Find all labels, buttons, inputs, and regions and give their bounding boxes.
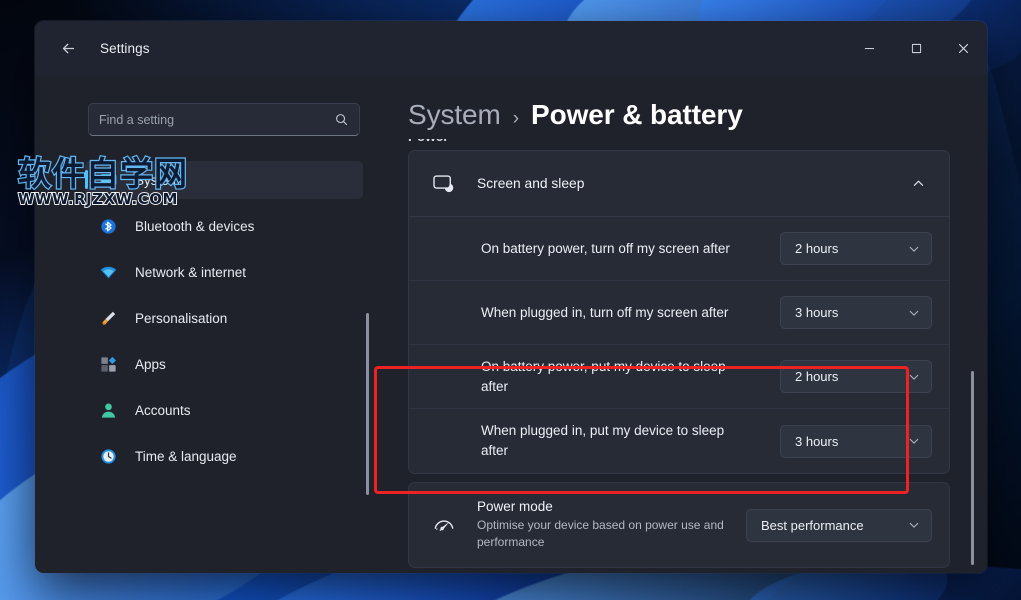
settings-window: Settings Find a setting System Bluetooth…	[35, 21, 987, 573]
sidebar-item-label: Accounts	[135, 402, 191, 418]
settings-scroll-area: Power Screen and sleep	[380, 139, 987, 573]
dropdown-plugged-sleep[interactable]: 3 hours	[780, 424, 932, 458]
setting-row-control: 2 hours	[780, 232, 932, 265]
page-title: Power & battery	[531, 99, 743, 130]
setting-row-control: 3 hours	[780, 296, 932, 329]
back-button[interactable]	[51, 31, 85, 65]
window-body: System Bluetooth & devices	[35, 75, 987, 573]
setting-row-control: 2 hours	[780, 360, 932, 393]
dropdown-value: 2 hours	[795, 369, 839, 384]
sidebar: System Bluetooth & devices	[35, 75, 380, 573]
bluetooth-icon	[97, 215, 119, 237]
minimize-button[interactable]	[846, 21, 893, 75]
main-scrollbar-thumb[interactable]	[971, 371, 974, 565]
setting-row-control: 3 hours	[780, 424, 932, 458]
maximize-icon	[911, 43, 922, 53]
setting-row-label: When plugged in, turn off my screen afte…	[481, 304, 729, 320]
search-box[interactable]	[88, 103, 360, 136]
chevron-down-icon	[908, 371, 920, 383]
power-mode-text: Power mode Optimise your device based on…	[477, 499, 746, 551]
chevron-down-icon	[908, 519, 920, 531]
dropdown-value: 3 hours	[795, 305, 839, 320]
sidebar-item-network-internet[interactable]: Network & internet	[85, 253, 363, 291]
search-input[interactable]	[99, 112, 334, 127]
screen-and-sleep-title: Screen and sleep	[477, 176, 585, 191]
arrow-left-icon	[62, 43, 74, 53]
monitor-icon	[97, 169, 119, 191]
sidebar-item-system[interactable]: System	[85, 161, 363, 199]
wifi-icon	[97, 261, 119, 283]
section-label-power: Power	[408, 139, 950, 142]
sidebar-item-label: Personalisation	[135, 310, 228, 326]
sidebar-item-label: Bluetooth & devices	[135, 218, 255, 234]
maximize-button[interactable]	[893, 21, 940, 75]
setting-row-label: On battery power, turn off my screen aft…	[481, 240, 730, 256]
close-button[interactable]	[940, 21, 987, 75]
dropdown-value: 2 hours	[795, 241, 839, 256]
setting-row-battery-screen-off: On battery power, turn off my screen aft…	[409, 217, 949, 281]
chevron-down-icon	[908, 435, 920, 447]
chevron-down-icon	[908, 243, 920, 255]
sidebar-scrollbar-thumb[interactable]	[366, 313, 369, 495]
apps-icon	[97, 353, 119, 375]
sidebar-item-bluetooth-devices[interactable]: Bluetooth & devices	[85, 207, 363, 245]
sidebar-item-label: Apps	[135, 356, 166, 372]
breadcrumb-parent[interactable]: System	[408, 99, 501, 131]
power-mode-description: Optimise your device based on power use …	[477, 518, 724, 549]
sidebar-item-label: System	[135, 172, 181, 188]
sidebar-item-time-language[interactable]: Time & language	[85, 437, 363, 475]
breadcrumb-separator-icon: ›	[512, 108, 519, 129]
main-scrollbar[interactable]	[969, 145, 976, 565]
page-header: System › Power & battery	[380, 75, 987, 139]
dropdown-value: Best performance	[761, 517, 864, 533]
power-mode-control: Best performance	[746, 508, 932, 542]
gauge-icon	[431, 512, 457, 538]
screen-sleep-icon	[431, 171, 457, 197]
window-title: Settings	[100, 40, 150, 56]
chevron-up-icon[interactable]	[904, 170, 932, 198]
paintbrush-icon	[97, 307, 119, 329]
sidebar-item-label: Network & internet	[135, 264, 247, 280]
setting-row-label: On battery power, put my device to sleep…	[481, 358, 726, 394]
minimize-icon	[864, 47, 875, 49]
power-mode-card: Power mode Optimise your device based on…	[408, 482, 950, 568]
search-icon	[334, 112, 349, 127]
sidebar-item-accounts[interactable]: Accounts	[85, 391, 363, 429]
sidebar-item-label: Time & language	[135, 448, 237, 464]
title-bar: Settings	[35, 21, 987, 75]
sidebar-scrollbar[interactable]	[364, 93, 371, 533]
close-icon	[958, 43, 969, 53]
setting-row-battery-sleep: On battery power, put my device to sleep…	[409, 345, 949, 409]
sidebar-item-personalisation[interactable]: Personalisation	[85, 299, 363, 337]
main-content: System › Power & battery Power	[380, 75, 987, 573]
setting-row-plugged-sleep: When plugged in, put my device to sleep …	[409, 409, 949, 473]
power-mode-title: Power mode	[477, 499, 553, 515]
dropdown-battery-sleep[interactable]: 2 hours	[780, 360, 932, 393]
screen-and-sleep-header[interactable]: Screen and sleep	[409, 151, 949, 217]
clock-icon	[97, 445, 119, 467]
setting-row-plugged-screen-off: When plugged in, turn off my screen afte…	[409, 281, 949, 345]
sidebar-item-apps[interactable]: Apps	[85, 345, 363, 383]
chevron-down-icon	[908, 307, 920, 319]
dropdown-power-mode[interactable]: Best performance	[746, 508, 932, 542]
dropdown-plugged-screen-off[interactable]: 3 hours	[780, 296, 932, 329]
dropdown-value: 3 hours	[795, 433, 839, 449]
caption-buttons	[846, 21, 987, 75]
person-icon	[97, 399, 119, 421]
setting-row-label: When plugged in, put my device to sleep …	[481, 423, 725, 458]
sidebar-nav: System Bluetooth & devices Network & int…	[35, 161, 380, 475]
breadcrumb: System › Power & battery	[408, 99, 987, 131]
screen-and-sleep-card: Screen and sleep On battery power, turn …	[408, 150, 950, 474]
dropdown-battery-screen-off[interactable]: 2 hours	[780, 232, 932, 265]
power-mode-row[interactable]: Power mode Optimise your device based on…	[409, 483, 949, 567]
